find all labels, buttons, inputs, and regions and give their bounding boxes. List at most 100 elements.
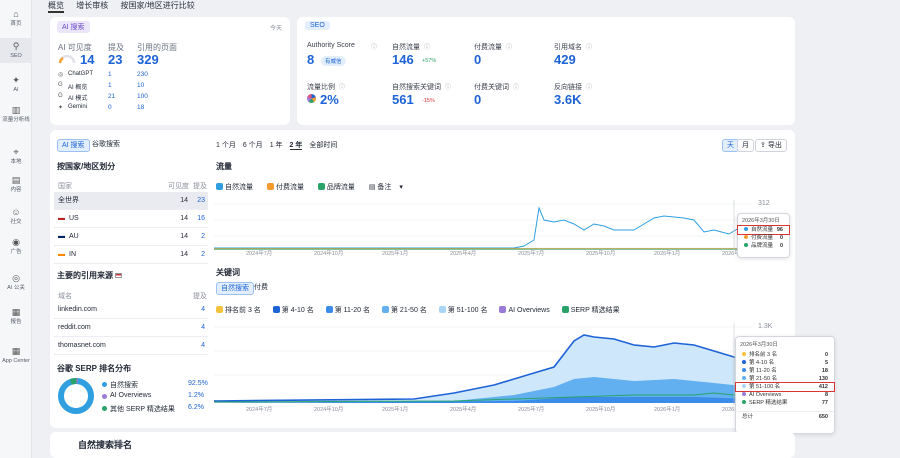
kw-legend-item[interactable]: 第 21-50 名 (381, 306, 433, 314)
export-button[interactable]: ⇪ 导出 (755, 139, 787, 152)
sidebar-item-label: AI 公关 (7, 285, 25, 291)
sidebar-item-ads[interactable]: ◉ 广告 (0, 234, 32, 259)
country-row[interactable]: ▬ US 14 16 (54, 210, 208, 228)
ai-source-pages[interactable]: 10 (137, 82, 144, 89)
kw-legend-item[interactable]: 第 4-10 名 (272, 306, 320, 314)
seo-icon: ⚲ (12, 41, 20, 51)
source-domain[interactable]: reddit.com (58, 319, 91, 337)
serp-name: 自然搜索 (110, 382, 138, 389)
tab-google-search[interactable]: 谷歌搜索 (88, 139, 124, 152)
traffic-ymax: 312 (758, 200, 770, 207)
kw-legend-item[interactable]: SERP 精选结果 (561, 306, 626, 314)
tab-paid-keywords[interactable]: 付费 (250, 282, 272, 295)
traffic-share-donut-icon (307, 94, 316, 103)
content-icon: ▤ (11, 175, 21, 185)
tab-ai-search[interactable]: AI 搜索 (57, 139, 90, 152)
month-toggle[interactable]: 月 (737, 139, 754, 152)
seo-metric-label: Authority Score (307, 42, 355, 49)
ai-search-card: AI 搜索 今天 AI 可见度 提及 引用的页面 14 23 329 ◎ Chat… (50, 17, 290, 125)
export-icon: ⇪ (760, 142, 766, 149)
ai-source-mentions[interactable]: 0 (108, 104, 112, 111)
country-mentions[interactable]: 23 (197, 192, 205, 210)
seo-metric-label: 付费关键词 (474, 84, 509, 91)
ai-source-mentions[interactable]: 1 (108, 82, 112, 89)
tab-compare-countries[interactable]: 按国家/地区进行比较 (120, 1, 194, 10)
tooltip-dot-icon (742, 392, 746, 396)
source-row[interactable]: thomasnet.com 4 (54, 337, 208, 355)
period-option[interactable]: 1 个月 (216, 142, 236, 149)
source-row[interactable]: linkedin.com 4 (54, 301, 208, 319)
source-domain[interactable]: linkedin.com (58, 301, 97, 319)
ai-source-mentions[interactable]: 1 (108, 71, 112, 78)
country-mentions[interactable]: 2 (201, 246, 205, 264)
seo-metric-value[interactable]: 429 (554, 52, 576, 67)
cited-pages-value[interactable]: 329 (137, 52, 159, 67)
kw-legend-item[interactable]: AI Overviews (499, 306, 555, 314)
tab-organic-keywords[interactable]: 自然搜索 (216, 282, 254, 295)
source-row[interactable]: reddit.com 4 (54, 319, 208, 337)
tooltip-dot-icon (742, 368, 746, 372)
source-mentions[interactable]: 4 (201, 319, 205, 337)
sidebar-item-social[interactable]: ☺ 社交 (0, 204, 32, 229)
source-mentions[interactable]: 4 (201, 301, 205, 319)
country-header: 国家 (58, 183, 72, 190)
ai-source-mentions[interactable]: 21 (108, 93, 115, 100)
period-option[interactable]: 2 年 (289, 142, 303, 150)
bottom-card: 自然搜索排名 US (50, 432, 795, 458)
source-domain[interactable]: thomasnet.com (58, 337, 106, 355)
seo-metric-value[interactable]: 146 (392, 52, 414, 67)
tooltip-row: 排名前 3 名0 (736, 351, 834, 359)
info-icon: ⓘ (586, 85, 593, 91)
keywords-legend: 排名前 3 名第 4-10 名第 11-20 名第 21-50 名第 51-10… (216, 305, 632, 315)
kw-legend-item[interactable]: 第 51-100 名 (438, 306, 494, 314)
seo-metric-value[interactable]: 0 (474, 52, 481, 67)
legend-brand[interactable]: 品牌流量 (317, 183, 361, 191)
sidebar-item-ai[interactable]: ✦ AI (0, 72, 32, 97)
kw-legend-item[interactable]: 排名前 3 名 (216, 306, 267, 314)
tab-overview[interactable]: 概览 (48, 1, 64, 13)
sidebar-item-seo[interactable]: ⚲ SEO (0, 38, 32, 63)
visibility-gauge-icon (58, 54, 76, 64)
sidebar-item-app-center[interactable]: ▦ App Center (0, 343, 32, 368)
info-icon: ⓘ (339, 85, 346, 91)
legend-organic[interactable]: 自然流量 (216, 183, 259, 191)
seo-metric-value[interactable]: 2% (320, 92, 339, 107)
legend-paid[interactable]: 付费流量 (266, 183, 310, 191)
ai-source-pages[interactable]: 230 (137, 71, 148, 78)
period-option[interactable]: 1 年 (270, 142, 283, 149)
sidebar-item-content[interactable]: ▤ 内容 (0, 172, 32, 197)
sidebar-item-ai-pr[interactable]: ◎ AI 公关 (0, 270, 32, 295)
country-mentions[interactable]: 16 (197, 210, 205, 228)
country-row[interactable]: ▬ AU 14 2 (54, 228, 208, 246)
sidebar-item-traffic[interactable]: ▥ 流量分析线 (0, 102, 32, 127)
seo-metric-label: 流量比例 (307, 84, 335, 91)
ai-source-pages[interactable]: 18 (137, 104, 144, 111)
ai-visibility-value[interactable]: 14 (80, 52, 94, 67)
ai-source-name: AI 概览 (68, 85, 88, 91)
seo-metric-value[interactable]: 8 (307, 52, 314, 67)
seo-metric-value[interactable]: 0 (474, 92, 481, 107)
tab-growth-audit[interactable]: 增长审核 (76, 1, 108, 10)
x-axis-label: 2025年7月 (518, 251, 545, 257)
period-option[interactable]: 6 个月 (243, 142, 263, 149)
traffic-legend: 自然流量 付费流量 品牌流量 ▤ 备注 ▾ (216, 182, 409, 192)
ai-source-pages[interactable]: 100 (137, 93, 148, 100)
source-mentions[interactable]: 4 (201, 337, 205, 355)
sidebar-item-home[interactable]: ⌂ 首页 (0, 6, 32, 31)
period-option[interactable]: 全部时间 (309, 142, 337, 149)
google-icon: G (58, 82, 63, 88)
country-name: 全世界 (58, 197, 79, 204)
period-selector: 1 个月 6 个月 1 年 2 年全部时间 (216, 140, 344, 150)
sidebar-item-report[interactable]: ▦ 报告 (0, 304, 32, 329)
notes-button[interactable]: ▤ 备注 ▾ (369, 184, 403, 191)
x-axis-label: 2025年1月 (382, 251, 409, 257)
kw-legend-item[interactable]: 第 11-20 名 (325, 306, 376, 314)
seo-metric-value[interactable]: 561 (392, 92, 414, 107)
sidebar-item-local[interactable]: ⌖ 本地 (0, 144, 32, 169)
keywords-tooltip: 2026年3月30日 排名前 3 名0第 4-10 名5第 11-20 名 18 第… (735, 336, 835, 434)
country-row[interactable]: ▬ IN 14 2 (54, 246, 208, 264)
mentions-value[interactable]: 23 (108, 52, 122, 67)
seo-metric-value[interactable]: 3.6K (554, 92, 581, 107)
country-mentions[interactable]: 2 (201, 228, 205, 246)
country-row[interactable]: 全世界 14 23 (54, 192, 208, 210)
